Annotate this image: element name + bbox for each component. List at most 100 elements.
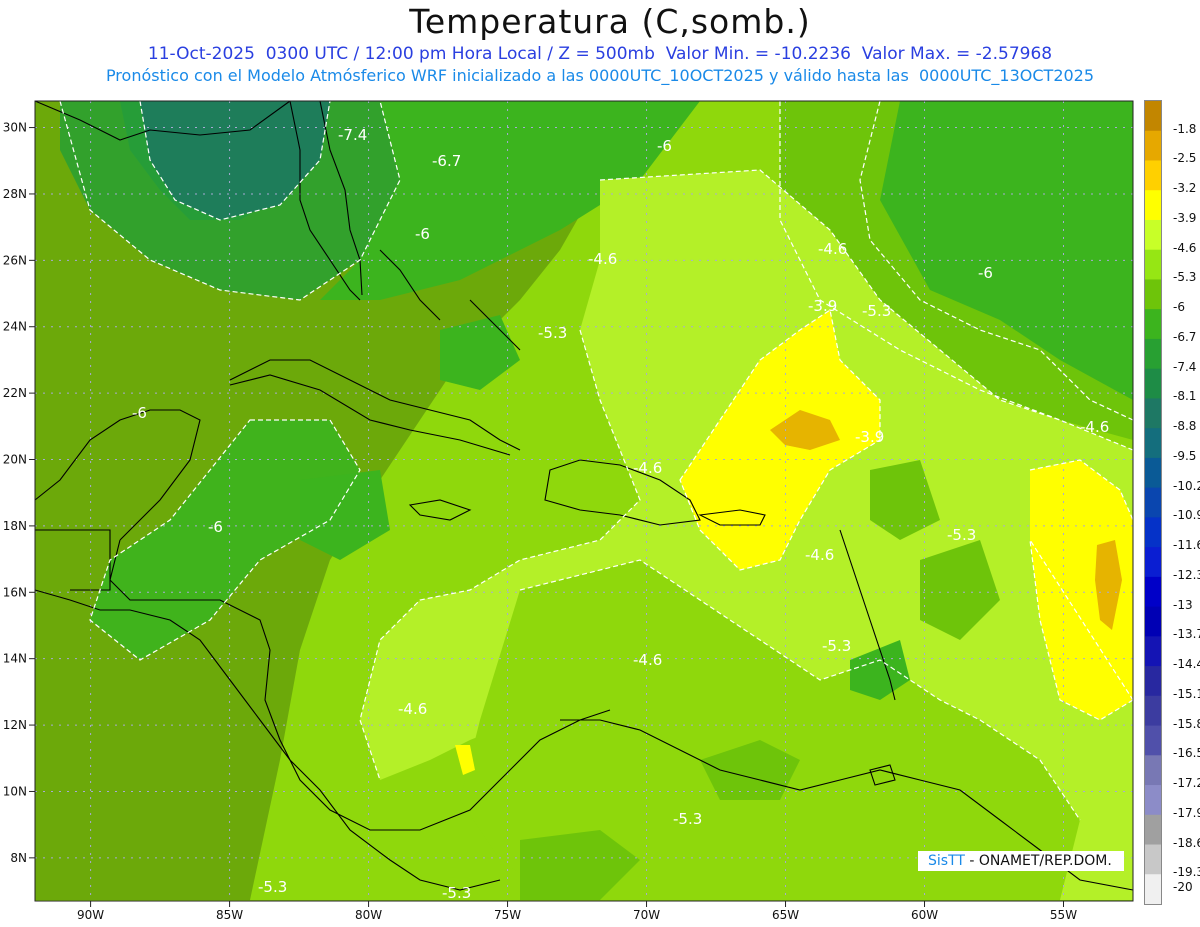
- colorbar-swatch: [1145, 517, 1161, 548]
- colorbar-swatch: [1145, 457, 1161, 489]
- contour-label: -6.7: [432, 152, 461, 170]
- colorbar-swatch: [1145, 844, 1161, 875]
- lon-tick-label: 85W: [216, 908, 243, 922]
- lon-tick-label: 55W: [1050, 908, 1077, 922]
- lat-tick-label: 26N: [3, 253, 27, 267]
- contour-label: -5.3: [258, 878, 287, 896]
- colorbar-swatch: [1145, 368, 1161, 399]
- colorbar-tick-label: -10.9: [1173, 508, 1200, 523]
- colorbar-tick-label: -13: [1173, 597, 1193, 612]
- lon-tick-label: 90W: [77, 908, 104, 922]
- colorbar-tick-label: -16.5: [1173, 746, 1200, 761]
- colorbar-swatch: [1145, 279, 1161, 310]
- colorbar-swatch: [1145, 190, 1161, 221]
- colorbar-swatch: [1145, 160, 1161, 191]
- contour-label: -4.6: [1080, 418, 1109, 436]
- colorbar-swatch: [1145, 130, 1161, 161]
- colorbar-swatch: [1145, 428, 1161, 459]
- contour-label: -4.6: [588, 250, 617, 268]
- contour-label: -5.3: [442, 884, 471, 902]
- lat-tick-label: 12N: [3, 718, 27, 732]
- colorbar-tick-label: -11.6: [1173, 538, 1200, 553]
- colorbar-tick-label: -13.7: [1173, 627, 1200, 642]
- colorbar-swatch: [1145, 309, 1161, 340]
- colorbar-tick-label: -14.4: [1173, 657, 1200, 672]
- colorbar-tick-label: -4.6: [1173, 240, 1197, 255]
- lat-tick-label: 18N: [3, 519, 27, 533]
- lat-tick-label: 22N: [3, 386, 27, 400]
- colorbar-swatch: [1145, 338, 1161, 370]
- colorbar-tick-label: -15.1: [1173, 686, 1200, 701]
- colorbar-swatch: [1145, 695, 1161, 727]
- lon-tick-label: 70W: [633, 908, 660, 922]
- lat-tick-label: 10N: [3, 784, 27, 798]
- contour-label: -6: [415, 225, 430, 243]
- colorbar-swatch: [1145, 725, 1161, 756]
- credit-text: - ONAMET/REP.DOM.: [964, 853, 1112, 869]
- temperature-map: -7.4 -6.7 -6 -6 -6 -6 -6 -4.6 -4.6 -4.6 -4.6 -4.6 -3…: [3, 100, 1134, 922]
- colorbar-swatch: [1145, 219, 1161, 251]
- colorbar-swatch: [1145, 487, 1161, 518]
- colorbar-tick-label: -6.7: [1173, 329, 1197, 344]
- colorbar-swatch: [1145, 547, 1161, 578]
- lat-tick-label: 20N: [3, 453, 27, 467]
- colorbar-tick-label: -9.5: [1173, 448, 1197, 463]
- contour-label: -6: [657, 137, 672, 155]
- lat-tick-label: 30N: [3, 121, 27, 135]
- colorbar-tick-label: -8.1: [1173, 389, 1197, 404]
- colorbar-swatch: [1145, 606, 1161, 637]
- contour-label: -6: [208, 518, 223, 536]
- colorbar-swatch: [1145, 249, 1161, 280]
- contour-label: -5.3: [673, 810, 702, 828]
- colorbar-tick-label: -17.9: [1173, 805, 1200, 820]
- colorbar-tick-label: -6: [1173, 300, 1185, 315]
- colorbar-swatch: [1145, 666, 1161, 697]
- colorbar-tick-label: -5.3: [1173, 270, 1197, 285]
- lat-tick-label: 24N: [3, 320, 27, 334]
- colorbar-swatch: [1145, 636, 1161, 667]
- contour-label: -4.6: [633, 651, 662, 669]
- lon-tick-label: 75W: [494, 908, 521, 922]
- contour-label: -7.4: [338, 126, 367, 144]
- contour-label: -4.6: [818, 240, 847, 258]
- contour-label: -4.6: [633, 459, 662, 477]
- contour-label: -5.3: [538, 324, 567, 342]
- lat-tick-label: 8N: [10, 851, 27, 865]
- lon-tick-label: 60W: [911, 908, 938, 922]
- lon-tick-label: 65W: [772, 908, 799, 922]
- colorbar-tick-label: -12.3: [1173, 567, 1200, 582]
- lon-tick-label: 80W: [355, 908, 382, 922]
- longitude-axis: 90W 85W 80W 75W 70W 65W 60W 55W: [77, 901, 1077, 922]
- contour-label: -4.6: [398, 700, 427, 718]
- credit-box: SisTT - ONAMET/REP.DOM.: [918, 851, 1124, 871]
- latitude-axis: 30N 28N 26N 24N 22N 20N 18N 16N 14N 12N 10N 8N: [3, 121, 35, 865]
- lat-tick-label: 14N: [3, 652, 27, 666]
- colorbar-tick-label: -18.6: [1173, 835, 1200, 850]
- colorbar-tick-label: -7.4: [1173, 359, 1197, 374]
- colorbar-swatch: [1145, 785, 1161, 816]
- colorbar-tick-label: -20: [1173, 880, 1193, 895]
- colorbar-tick-label: -2.5: [1173, 151, 1197, 166]
- colorbar-tick-label: -3.9: [1173, 210, 1197, 225]
- colorbar-tick-label: -19.3: [1173, 865, 1200, 880]
- contour-label: -5.3: [947, 526, 976, 544]
- colorbar-tick-label: -3.2: [1173, 181, 1197, 196]
- colorbar-swatch: [1145, 576, 1161, 608]
- contour-label: -3.9: [808, 297, 837, 315]
- colorbar-tick-label: -1.8: [1173, 121, 1197, 136]
- colorbar: [1144, 100, 1162, 905]
- colorbar-tick-label: -10.2: [1173, 478, 1200, 493]
- colorbar-swatch: [1145, 755, 1161, 786]
- lat-tick-label: 28N: [3, 187, 27, 201]
- colorbar-swatch: [1145, 101, 1161, 132]
- colorbar-swatch: [1145, 814, 1161, 846]
- colorbar-tick-label: -8.8: [1173, 419, 1197, 434]
- contour-label: -4.6: [805, 546, 834, 564]
- contour-label: -5.3: [862, 302, 891, 320]
- contour-label: -6: [132, 404, 147, 422]
- sistt-logo: SisTT: [928, 853, 965, 869]
- colorbar-tick-label: -17.2: [1173, 776, 1200, 791]
- contour-label: -3.9: [855, 428, 884, 446]
- contour-label: -6: [978, 264, 993, 282]
- colorbar-swatch: [1145, 398, 1161, 429]
